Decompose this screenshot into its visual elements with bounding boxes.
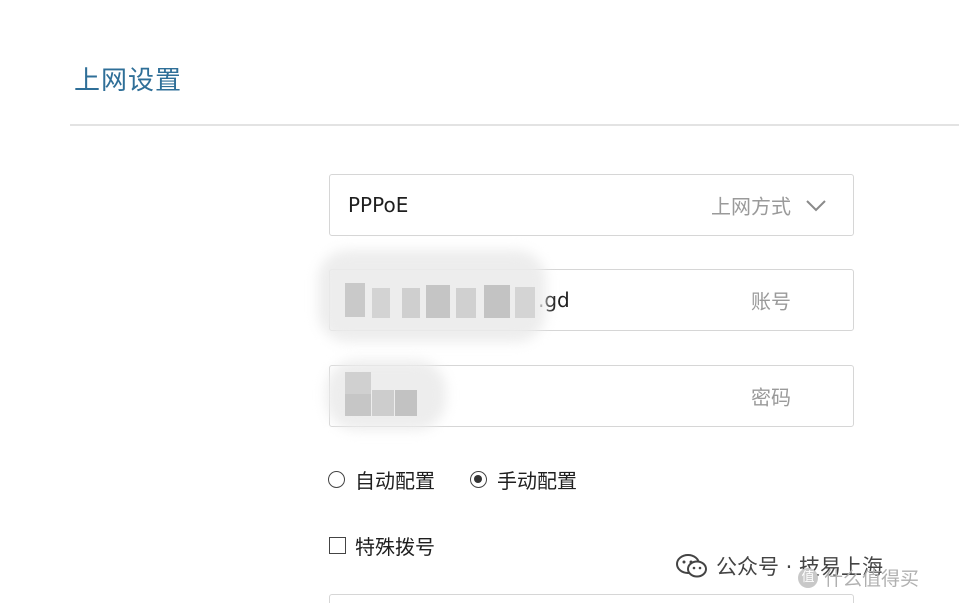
checkbox-icon[interactable] (329, 536, 346, 554)
redaction-mosaic (372, 390, 394, 416)
special-dial-checkbox[interactable]: 特殊拨号 (329, 530, 435, 560)
redaction-mosaic (426, 285, 450, 318)
next-field[interactable] (329, 594, 854, 603)
connection-type-label: 上网方式 (711, 194, 791, 219)
redaction-mosaic (456, 288, 476, 318)
redaction-mosaic (402, 288, 420, 318)
page-title: 上网设置 (74, 66, 183, 96)
radio-manual-config-label: 手动配置 (497, 468, 577, 493)
redaction-mosaic (515, 287, 535, 318)
redaction-mosaic (372, 288, 390, 318)
wechat-icon (676, 554, 707, 578)
site-watermark-text: 什么值得买 (824, 568, 920, 590)
password-label: 密码 (751, 385, 791, 410)
redaction-mosaic (345, 372, 371, 394)
redaction-mosaic (484, 285, 510, 318)
zhi-icon: 值 (798, 567, 818, 588)
radio-manual-config[interactable]: 手动配置 (470, 465, 577, 494)
title-divider (70, 124, 959, 126)
radio-auto-config-label: 自动配置 (355, 468, 435, 493)
radio-checked-icon[interactable] (470, 470, 487, 488)
chevron-down-icon[interactable] (805, 197, 827, 213)
redaction-mosaic (345, 394, 371, 416)
page: 上网设置 PPPoE 上网方式 .gd 账号 密码 自动配置 手动配置 特殊拨号… (0, 0, 959, 603)
account-label: 账号 (751, 289, 791, 314)
config-mode-group: 自动配置 手动配置 (328, 462, 612, 496)
radio-auto-config[interactable]: 自动配置 (328, 465, 435, 494)
site-watermark: 值 什么值得买 (798, 564, 919, 591)
connection-type-select[interactable]: PPPoE 上网方式 (329, 174, 854, 236)
redaction-mosaic (345, 283, 365, 317)
connection-type-value: PPPoE (348, 193, 409, 217)
redaction-mosaic (395, 390, 417, 416)
radio-icon[interactable] (328, 470, 345, 488)
special-dial-label: 特殊拨号 (355, 534, 435, 559)
